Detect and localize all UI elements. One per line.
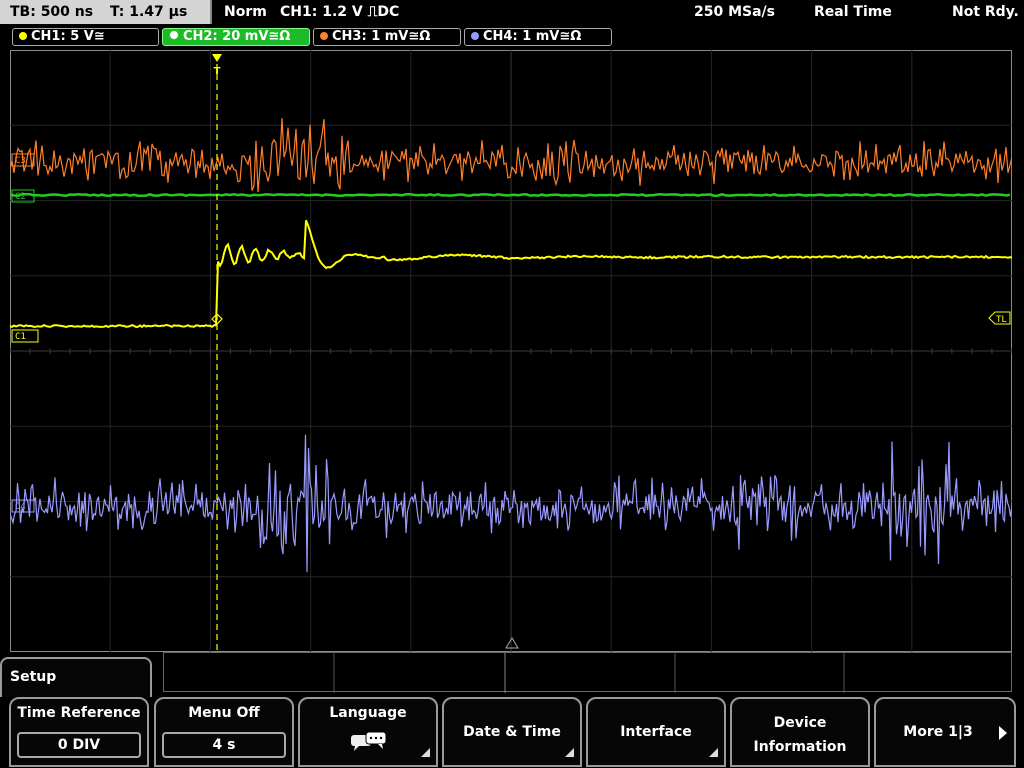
horizontal-center-marker [505,637,519,649]
trigger-position-label: T [214,66,221,77]
ch3-color-dot [320,32,328,40]
speech-bubbles-icon [351,731,387,751]
overview-strip [163,652,1012,693]
interface-softkey[interactable]: Interface [586,697,726,767]
time-reference-label: Time Reference [17,705,141,721]
ch1-color-dot [19,32,27,40]
ch4-label: CH4: 1 mV≅Ω [483,29,582,44]
overview-ticks [333,653,845,693]
ch3-marker-label: C3 [15,156,26,166]
more-label: More 1|3 [903,724,973,740]
date-time-label: Date & Time [463,724,561,740]
menu-off-label: Menu Off [188,705,260,721]
status-bar: TB: 500 ns T: 1.47 µs Norm CH1: 1.2 V ⎍D… [0,0,1024,26]
more-softkey[interactable]: More 1|3 [874,697,1016,767]
timebase-value: TB: 500 ns [10,4,94,20]
language-label: Language [329,705,407,721]
trigger-level-marker[interactable]: TL [988,311,1011,325]
ch2-trace [10,192,1011,197]
acquisition-mode: Real Time [814,4,892,20]
device-information-line2: Information [753,739,847,755]
ch2-marker-label: C2 [15,192,26,202]
channel-chip-ch1[interactable]: CH1: 5 V≅ [12,28,159,46]
submenu-indicator-icon [709,748,718,757]
date-time-softkey[interactable]: Date & Time [442,697,582,767]
trigger-time-value: T: 1.47 µs [109,4,188,20]
sample-rate: 250 MSa/s [694,4,776,20]
trigger-position-marker[interactable]: T [212,54,222,77]
submenu-indicator-icon [565,748,574,757]
submenu-indicator-icon [421,748,430,757]
channel-chip-ch4[interactable]: CH4: 1 mV≅Ω [464,28,612,46]
ch4-marker-label: C4 [15,502,26,512]
ch2-color-dot [169,30,179,40]
ch3-label: CH3: 1 mV≅Ω [332,29,431,44]
play-arrow-icon [999,726,1007,740]
ch4-color-dot [471,32,479,40]
menu-off-softkey[interactable]: Menu Off 4 s [154,697,294,767]
acquisition-state: Not Rdy. [952,4,1019,20]
menu-off-value: 4 s [162,732,286,758]
ch1-marker-label: C1 [15,332,26,342]
grid-lines [10,50,1012,652]
timebase-box[interactable]: TB: 500 ns T: 1.47 µs [0,0,212,24]
trigger-position-arrow [212,54,222,62]
device-information-softkey[interactable]: Device Information [730,697,870,767]
menu-title: Setup [10,669,57,685]
time-reference-value: 0 DIV [17,732,141,758]
device-information-label: Device Information [732,711,868,759]
interface-label: Interface [620,724,692,740]
ch1-ground-marker[interactable]: C1 [11,329,39,343]
device-information-line1: Device [773,715,827,731]
time-reference-softkey[interactable]: Time Reference 0 DIV [9,697,149,767]
waveform-display[interactable]: T C3 C2 C1 C4 TL [10,50,1012,652]
trigger-mode[interactable]: Norm [224,3,267,21]
trigger-setting[interactable]: CH1: 1.2 V ⎍DC [280,3,399,21]
channel-chip-ch2[interactable]: CH2: 20 mV≅Ω [162,28,310,46]
language-softkey[interactable]: Language [298,697,438,767]
menu-title-tab: Setup [0,657,152,697]
ch2-label: CH2: 20 mV≅Ω [183,29,291,44]
ch1-label: CH1: 5 V≅ [31,29,105,44]
trigger-level-label: TL [996,315,1007,325]
channel-chip-ch3[interactable]: CH3: 1 mV≅Ω [313,28,461,46]
